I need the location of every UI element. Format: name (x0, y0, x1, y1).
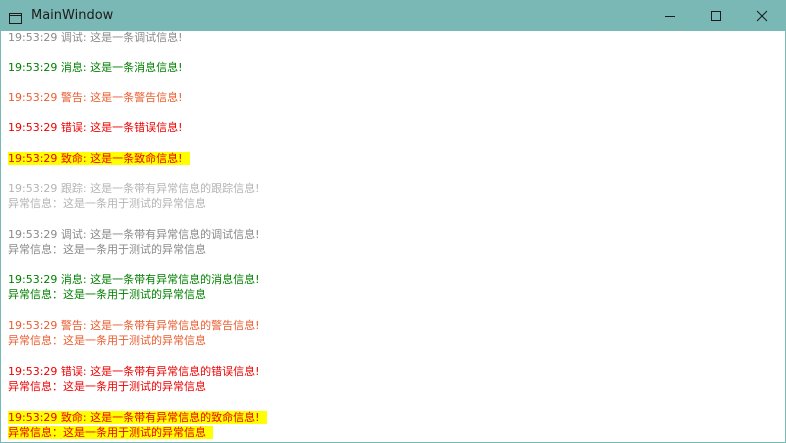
log-entry-debug: 19:53:29 调试: 这是一条调试信息! (8, 31, 183, 44)
log-entry-trace-exception: 异常信息：这是一条用于测试的异常信息 (8, 197, 206, 210)
log-view[interactable]: 19:53:29 调试: 这是一条调试信息! 19:53:29 消息: 这是一条… (1, 31, 785, 442)
title-bar[interactable]: MainWindow (1, 0, 785, 31)
log-entry-warn-ex: 19:53:29 警告: 这是一条带有异常信息的警告信息! (8, 319, 260, 332)
log-entry-info: 19:53:29 消息: 这是一条消息信息! (8, 61, 183, 74)
window-icon[interactable] (9, 9, 22, 24)
log-entry-debug-ex: 19:53:29 调试: 这是一条带有异常信息的调试信息! (8, 228, 260, 241)
log-highlight: 19:53:29 致命: 这是一条带有异常信息的致命信息! (8, 411, 267, 424)
log-entry-fatal-exception: 异常信息：这是一条用于测试的异常信息 (8, 425, 213, 440)
window-title: MainWindow (31, 8, 114, 23)
log-entry-error-exception: 异常信息：这是一条用于测试的异常信息 (8, 380, 206, 393)
minimize-button[interactable] (647, 0, 693, 31)
log-entry-trace: 19:53:29 跟踪: 这是一条带有异常信息的跟踪信息! (8, 182, 260, 195)
maximize-icon (711, 11, 721, 21)
log-entry-warn: 19:53:29 警告: 这是一条警告信息! (8, 91, 183, 104)
log-highlight: 19:53:29 致命: 这是一条致命信息! (8, 152, 190, 165)
log-entry-info-exception: 异常信息：这是一条用于测试的异常信息 (8, 288, 206, 301)
close-button[interactable] (739, 0, 785, 31)
log-entry-fatal-ex: 19:53:29 致命: 这是一条带有异常信息的致命信息! (8, 410, 267, 425)
log-entry-error-ex: 19:53:29 错误: 这是一条带有异常信息的错误信息! (8, 365, 260, 378)
maximize-button[interactable] (693, 0, 739, 31)
minimize-icon (665, 16, 675, 17)
log-highlight: 异常信息：这是一条用于测试的异常信息 (8, 426, 213, 439)
log-entry-error: 19:53:29 错误: 这是一条错误信息! (8, 121, 183, 134)
log-entry-fatal: 19:53:29 致命: 这是一条致命信息! (8, 151, 190, 166)
main-window: MainWindow 19:53:29 调试: 这是一条调试信息! 19:53:… (0, 0, 786, 443)
log-entry-debug-exception: 异常信息：这是一条用于测试的异常信息 (8, 243, 206, 256)
close-icon (756, 10, 768, 22)
log-entry-warn-exception: 异常信息：这是一条用于测试的异常信息 (8, 334, 206, 347)
log-entry-info-ex: 19:53:29 消息: 这是一条带有异常信息的消息信息! (8, 273, 260, 286)
